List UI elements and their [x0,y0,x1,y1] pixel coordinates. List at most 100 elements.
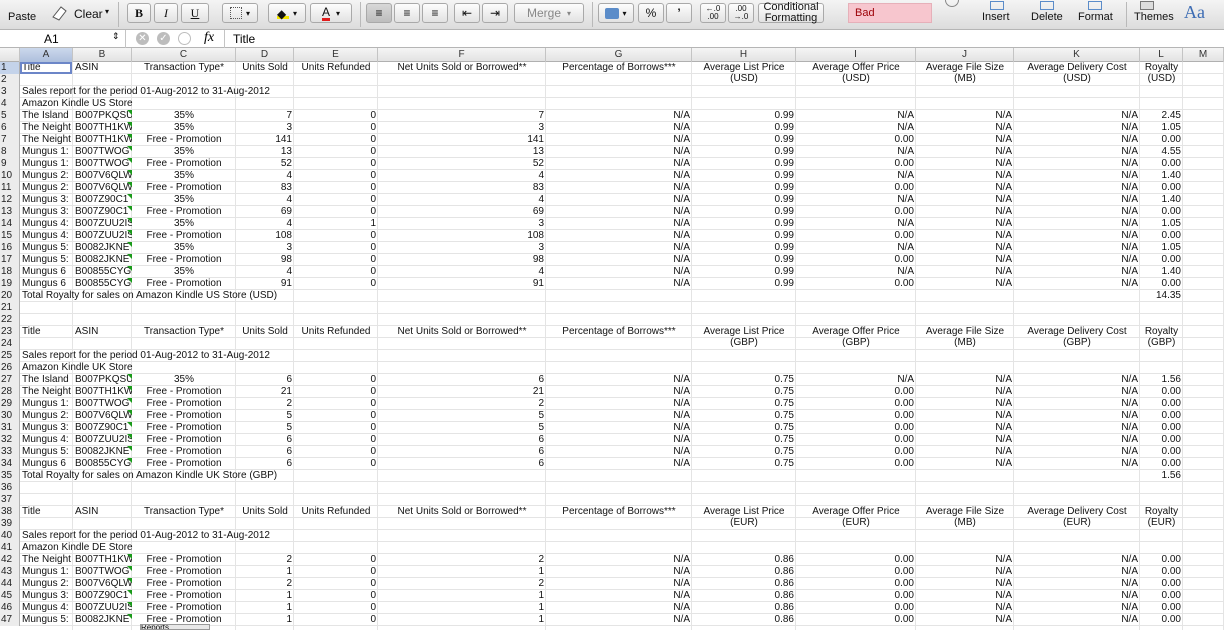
cell-e19[interactable]: 0 [294,278,378,290]
cell-l33[interactable]: 0.00 [1140,446,1183,458]
format-button[interactable]: Format [1078,11,1113,23]
row-header[interactable]: 19 [0,278,20,290]
cell-l10[interactable]: 1.40 [1140,170,1183,182]
row-header[interactable]: 7 [0,134,20,146]
cell-b34[interactable]: B00855CYG [73,458,132,470]
row-header[interactable]: 5 [0,110,20,122]
cell-c34[interactable]: Free - Promotion [132,458,236,470]
cell-j16[interactable]: N/A [916,242,1014,254]
cell-b19[interactable]: B00855CYG [73,278,132,290]
cell-j28[interactable]: N/A [916,386,1014,398]
cell-j46[interactable]: N/A [916,602,1014,614]
cell-c19[interactable]: Free - Promotion [132,278,236,290]
row-header[interactable]: 26 [0,362,20,374]
cell-d42[interactable]: 2 [236,554,294,566]
cell-h27[interactable]: 0.75 [692,374,796,386]
row-header[interactable]: 27 [0,374,20,386]
cell-h10[interactable]: 0.99 [692,170,796,182]
cell-h29[interactable]: 0.75 [692,398,796,410]
cell-c30[interactable]: Free - Promotion [132,410,236,422]
cell-l27[interactable]: 1.56 [1140,374,1183,386]
name-box[interactable]: A1 ⇕ [0,30,126,48]
cell-e23[interactable]: Units Refunded [294,326,378,338]
cell-d32[interactable]: 6 [236,434,294,446]
cell-b13[interactable]: B007Z90C1 [73,206,132,218]
cell-a5[interactable]: The Island [20,110,73,122]
cell-h19[interactable]: 0.99 [692,278,796,290]
cell-l46[interactable]: 0.00 [1140,602,1183,614]
cell-b7[interactable]: B007TH1KW [73,134,132,146]
cell-e18[interactable]: 0 [294,266,378,278]
cell-b28[interactable]: B007TH1KW [73,386,132,398]
cell-j19[interactable]: N/A [916,278,1014,290]
cell-l30[interactable]: 0.00 [1140,410,1183,422]
cell-f42[interactable]: 2 [378,554,546,566]
cell-k16[interactable]: N/A [1014,242,1140,254]
row-header[interactable]: 17 [0,254,20,266]
cell-a28[interactable]: The Neight [20,386,73,398]
cell-l18[interactable]: 1.40 [1140,266,1183,278]
cell-h12[interactable]: 0.99 [692,194,796,206]
cell-g45[interactable]: N/A [546,590,692,602]
cell-b42[interactable]: B007TH1KW [73,554,132,566]
cell-g19[interactable]: N/A [546,278,692,290]
cell-b8[interactable]: B007TWOG [73,146,132,158]
column-header-d[interactable]: D [236,48,294,62]
cell-d30[interactable]: 5 [236,410,294,422]
cell-j42[interactable]: N/A [916,554,1014,566]
column-header-h[interactable]: H [692,48,796,62]
cell-h14[interactable]: 0.99 [692,218,796,230]
cell-b46[interactable]: B007ZUU2IS [73,602,132,614]
row-header[interactable]: 21 [0,302,20,314]
cell-d16[interactable]: 3 [236,242,294,254]
cell-l9[interactable]: 0.00 [1140,158,1183,170]
cell-e34[interactable]: 0 [294,458,378,470]
cell-l29[interactable]: 0.00 [1140,398,1183,410]
cell-a44[interactable]: Mungus 2: [20,578,73,590]
cell-e32[interactable]: 0 [294,434,378,446]
cell-e31[interactable]: 0 [294,422,378,434]
cell-b29[interactable]: B007TWOG [73,398,132,410]
cell-d17[interactable]: 98 [236,254,294,266]
cell-a25[interactable]: Sales report for the period 01-Aug-2012 … [20,350,270,362]
cell-h43[interactable]: 0.86 [692,566,796,578]
cell-c45[interactable]: Free - Promotion [132,590,236,602]
cell-c18[interactable]: 35% [132,266,236,278]
cell-e42[interactable]: 0 [294,554,378,566]
cell-i6[interactable]: N/A [796,122,916,134]
cell-d43[interactable]: 1 [236,566,294,578]
cell-l15[interactable]: 0.00 [1140,230,1183,242]
cell-e8[interactable]: 0 [294,146,378,158]
column-header-b[interactable]: B [73,48,132,62]
cell-g34[interactable]: N/A [546,458,692,470]
cell-a45[interactable]: Mungus 3: [20,590,73,602]
cell-b44[interactable]: B007V6QLW [73,578,132,590]
cell-i11[interactable]: 0.00 [796,182,916,194]
cell-b9[interactable]: B007TWOG [73,158,132,170]
cell-a43[interactable]: Mungus 1: [20,566,73,578]
cell-i13[interactable]: 0.00 [796,206,916,218]
align-right-button[interactable]: ≡ [422,3,448,23]
cell-j31[interactable]: N/A [916,422,1014,434]
cell-f31[interactable]: 5 [378,422,546,434]
cell-l6[interactable]: 1.05 [1140,122,1183,134]
row-header[interactable]: 41 [0,542,20,554]
cell-i45[interactable]: 0.00 [796,590,916,602]
row-header[interactable]: 16 [0,242,20,254]
borders-button[interactable]: ▾ [222,3,258,23]
cell-g46[interactable]: N/A [546,602,692,614]
cell-h28[interactable]: 0.75 [692,386,796,398]
cell-i27[interactable]: N/A [796,374,916,386]
cell-i46[interactable]: 0.00 [796,602,916,614]
cell-h5[interactable]: 0.99 [692,110,796,122]
cell-f9[interactable]: 52 [378,158,546,170]
cell-c14[interactable]: 35% [132,218,236,230]
row-header[interactable]: 2 [0,74,20,86]
decrease-decimal-button[interactable]: .00 →.0 [728,3,754,23]
cell-h44[interactable]: 0.86 [692,578,796,590]
cell-a7[interactable]: The Neight [20,134,73,146]
cell-j44[interactable]: N/A [916,578,1014,590]
cell-g23[interactable]: Percentage of Borrows*** [546,326,692,338]
cell-c23[interactable]: Transaction Type* [132,326,236,338]
cell-l20[interactable]: 14.35 [1140,290,1183,302]
